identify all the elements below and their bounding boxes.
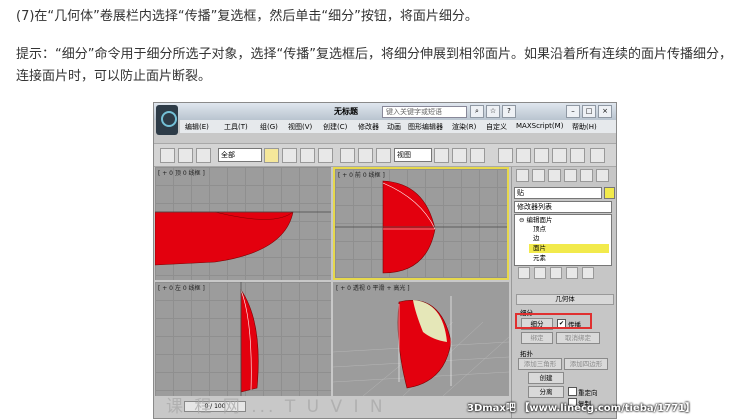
unlink-icon[interactable]: [178, 148, 193, 163]
curve-editor-icon[interactable]: [534, 148, 549, 163]
add-quad-button[interactable]: 添加四边形: [564, 358, 608, 370]
reorient-label: 重定向: [578, 389, 598, 397]
region-select-icon[interactable]: [300, 148, 315, 163]
menu-graph-editors[interactable]: 图形编辑器: [408, 122, 443, 132]
detach-button[interactable]: 分离: [528, 386, 564, 398]
stack-item[interactable]: 顶点: [533, 225, 616, 234]
modifier-stack: ⊖ 编辑面片 顶点 边 面片 元素: [514, 214, 612, 266]
main-toolbar: 全部 视图: [154, 143, 616, 167]
snap-icon[interactable]: [470, 148, 485, 163]
remove-modifier-icon[interactable]: [566, 267, 578, 279]
object-name-field[interactable]: 贴: [514, 187, 602, 199]
command-panel: 贴 修改器列表 ⊖ 编辑面片 顶点 边 面片 元素 几何体 细分 细分 ✔ 传播…: [511, 167, 616, 418]
title-bar: 无标题 键入关键字或短语 ⌕ ☆ ? – □ ×: [154, 103, 616, 120]
menu-edit[interactable]: 编辑(E): [185, 122, 209, 132]
modify-tab-icon[interactable]: [532, 169, 545, 182]
viewport-top[interactable]: [ + 0 顶 0 线框 ]: [155, 167, 331, 280]
app-logo-icon[interactable]: [156, 105, 178, 135]
bind-space-warp-icon[interactable]: [196, 148, 211, 163]
create-tab-icon[interactable]: [516, 169, 529, 182]
viewport-perspective[interactable]: [ + 0 透视 0 平滑 + 高光 ]: [333, 282, 509, 396]
select-manipulate-icon[interactable]: [452, 148, 467, 163]
display-tab-icon[interactable]: [580, 169, 593, 182]
search-input[interactable]: 键入关键字或短语: [382, 106, 467, 118]
link-icon[interactable]: [160, 148, 175, 163]
menu-bar: 编辑(E) 工具(T) 组(G) 视图(V) 创建(C) 修改器 动画 图形编辑…: [180, 120, 616, 133]
selection-filter-dropdown[interactable]: 全部: [218, 148, 262, 162]
menu-animation[interactable]: 动画: [387, 122, 401, 132]
render-setup-icon[interactable]: [570, 148, 585, 163]
window-title: 无标题: [334, 107, 358, 116]
viewport-left-label: [ + 0 左 0 线框 ]: [158, 285, 205, 292]
modifier-list-dropdown[interactable]: 修改器列表: [514, 201, 612, 213]
viewport-front-label: [ + 0 前 0 线框 ]: [338, 172, 385, 179]
geometry-rollout-title[interactable]: 几何体: [516, 294, 614, 305]
menu-tools[interactable]: 工具(T): [224, 122, 248, 132]
object-color-swatch[interactable]: [604, 187, 615, 199]
move-icon[interactable]: [340, 148, 355, 163]
configure-sets-icon[interactable]: [582, 267, 594, 279]
pivot-icon[interactable]: [434, 148, 449, 163]
select-by-name-icon[interactable]: [282, 148, 297, 163]
left-view-object: [240, 282, 259, 396]
show-end-result-icon[interactable]: [534, 267, 546, 279]
render-icon[interactable]: [590, 148, 605, 163]
topology-group-label: 拓扑: [520, 350, 533, 358]
scale-icon[interactable]: [376, 148, 391, 163]
top-view-object: [155, 211, 331, 266]
menu-group[interactable]: 组(G): [260, 122, 278, 132]
reorient-checkbox[interactable]: [568, 387, 577, 396]
menu-create[interactable]: 创建(C): [323, 122, 347, 132]
viewport-left[interactable]: [ + 0 左 0 线框 ]: [155, 282, 331, 396]
motion-tab-icon[interactable]: [564, 169, 577, 182]
add-triangle-button[interactable]: 添加三角形: [518, 358, 562, 370]
reference-coord-dropdown[interactable]: 视图: [394, 148, 432, 162]
close-icon[interactable]: ×: [598, 105, 612, 118]
help-icon[interactable]: ?: [502, 105, 516, 118]
unbind-button[interactable]: 取消绑定: [556, 332, 600, 344]
viewport-front[interactable]: [ + 0 前 0 线框 ]: [333, 167, 509, 280]
star-icon[interactable]: ☆: [486, 105, 500, 118]
viewport-top-label: [ + 0 顶 0 线框 ]: [158, 170, 205, 177]
create-button[interactable]: 创建: [528, 372, 564, 384]
stack-item[interactable]: 面片: [533, 244, 616, 253]
menu-maxscript[interactable]: MAXScript(M): [516, 122, 563, 130]
menu-rendering[interactable]: 渲染(R): [452, 122, 476, 132]
maximize-icon[interactable]: □: [582, 105, 596, 118]
software-screenshot: 无标题 键入关键字或短语 ⌕ ☆ ? – □ × 编辑(E) 工具(T) 组(G…: [153, 102, 617, 419]
tip-paragraph: 提示：“细分”命令用于细分所选子对象，选择“传播”复选框后，将细分伸展到相邻面片…: [16, 47, 732, 84]
window-crossing-icon[interactable]: [318, 148, 333, 163]
menu-modifiers[interactable]: 修改器: [358, 122, 379, 132]
hierarchy-tab-icon[interactable]: [548, 169, 561, 182]
select-object-icon[interactable]: [264, 148, 279, 163]
menu-customize[interactable]: 自定义: [486, 122, 507, 132]
pin-stack-icon[interactable]: [518, 267, 530, 279]
site-watermark: 3Dmax吧 【www.linecg.com/tieba/1771】: [467, 403, 696, 414]
stack-item[interactable]: 元素: [533, 254, 616, 263]
callout-highlight-box: [515, 313, 592, 329]
rotate-icon[interactable]: [358, 148, 373, 163]
bind-button[interactable]: 绑定: [521, 332, 553, 344]
minimize-icon[interactable]: –: [566, 105, 580, 118]
utilities-tab-icon[interactable]: [596, 169, 609, 182]
faint-watermark: 课 程 网 ... T U V I N: [166, 397, 386, 417]
material-editor-icon[interactable]: [552, 148, 567, 163]
step-paragraph: (7)在“几何体”卷展栏内选择“传播”复选框，然后单击“细分”按钮，将面片细分。: [16, 9, 478, 24]
stack-item[interactable]: ⊖ 编辑面片: [519, 216, 605, 225]
stack-item[interactable]: 边: [533, 234, 616, 243]
menu-help[interactable]: 帮助(H): [572, 122, 597, 132]
menu-view[interactable]: 视图(V): [288, 122, 312, 132]
perspective-view-object: [333, 296, 509, 396]
mirror-icon[interactable]: [498, 148, 513, 163]
viewport-perspective-label: [ + 0 透视 0 平滑 + 高光 ]: [336, 285, 410, 292]
align-icon[interactable]: [516, 148, 531, 163]
make-unique-icon[interactable]: [550, 267, 562, 279]
search-icon[interactable]: ⌕: [470, 105, 484, 118]
front-view-object: [335, 180, 507, 274]
